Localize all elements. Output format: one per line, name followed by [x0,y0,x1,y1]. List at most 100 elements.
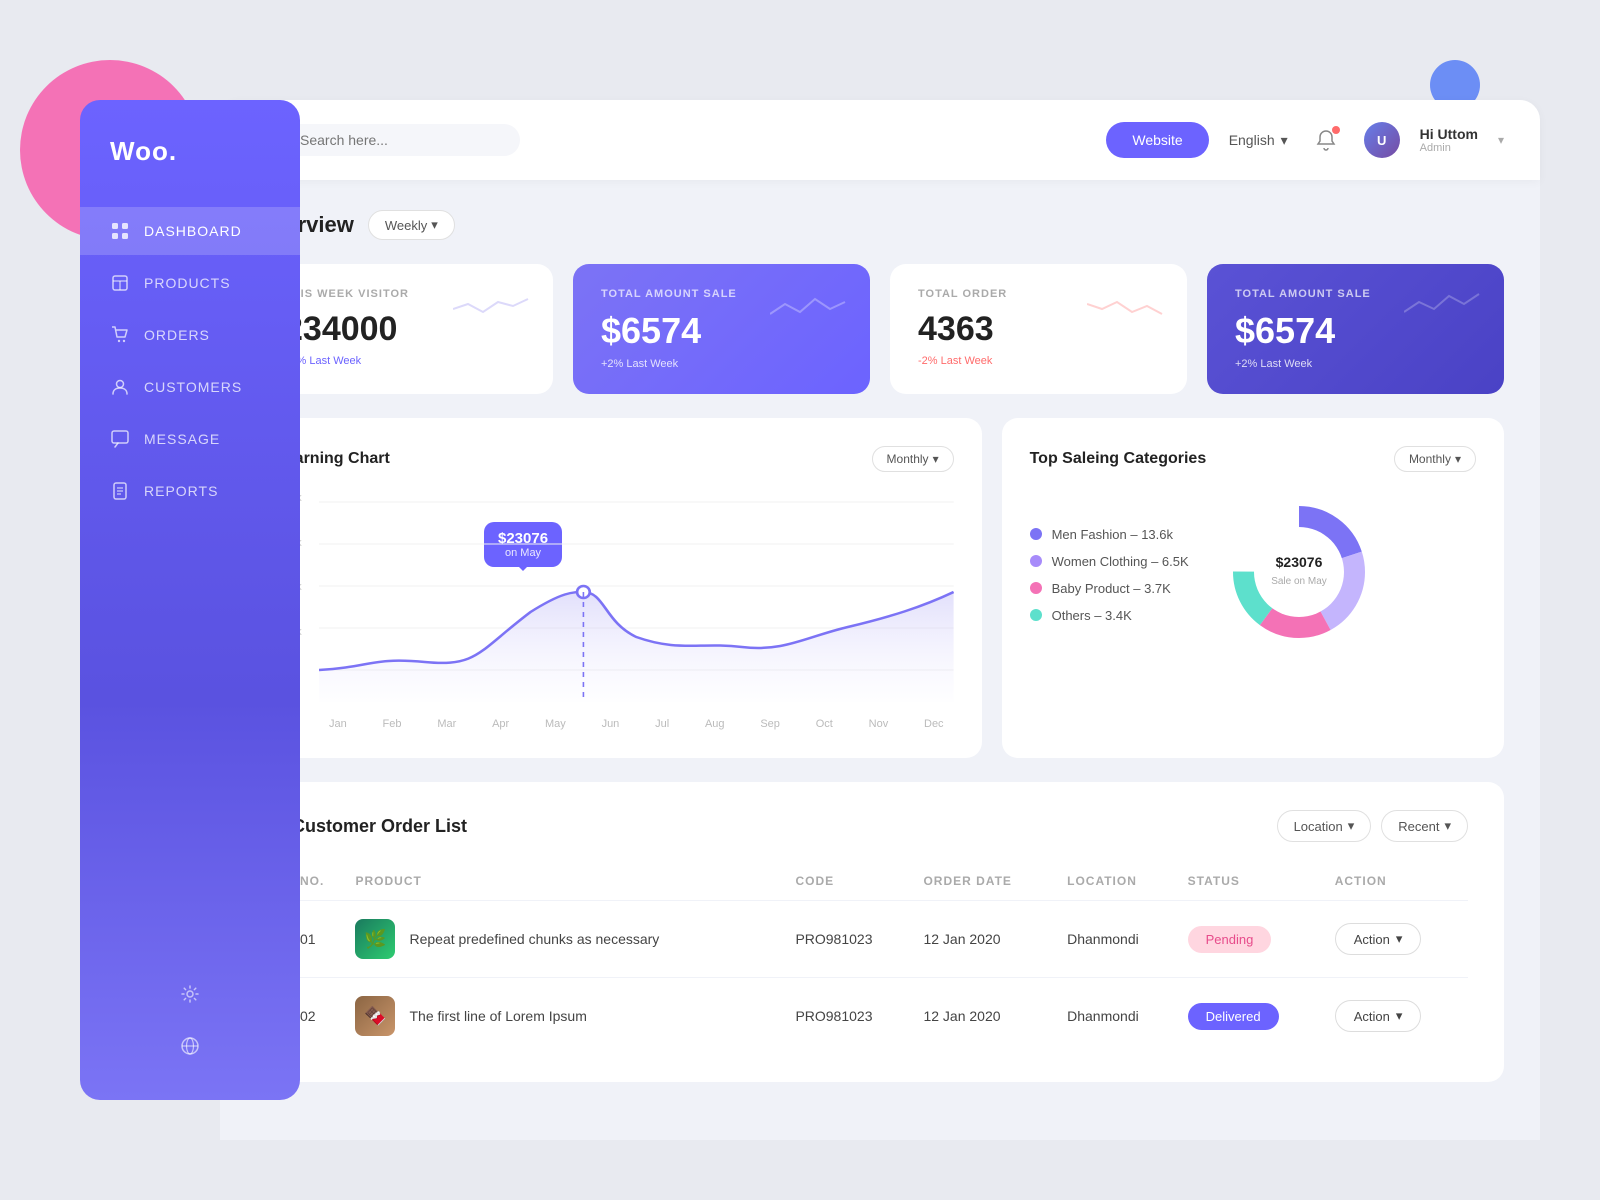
stat-card-amount-sale-1: TOTAL AMOUNT SALE $6574 +2% Last Week [573,264,870,394]
stats-row: THIS WEEK VISITOR 234000 +2% Last Week T… [256,264,1504,394]
order-table-body: 01 🌿 Repeat predefined chunks as necessa… [292,901,1468,1055]
sidebar-item-globe[interactable] [80,1022,300,1070]
chevron-down-icon: ▾ [1444,818,1451,834]
stat-card-total-order: TOTAL ORDER 4363 -2% Last Week [890,264,1187,394]
row-2-code: PRO981023 [787,978,915,1055]
main-area: Website English ▾ U Hi Uttom Admin ▾ Ove… [220,100,1540,1140]
donut-container: Men Fashion – 13.6k Women Clothing – 6.5… [1030,492,1476,657]
table-row: 01 🌿 Repeat predefined chunks as necessa… [292,901,1468,978]
notification-dot [1332,126,1340,134]
overview-header: Overview Weekly ▾ [256,210,1504,240]
chevron-down-icon: ▾ [431,217,438,233]
sidebar-label-reports: REPORTS [144,483,218,499]
col-no: NO. [292,862,347,901]
charts-row: Earning Chart Monthly ▾ $23076 on May 40… [256,418,1504,758]
user-name: Hi Uttom [1420,126,1478,142]
chevron-down-icon: ▾ [933,452,939,466]
box-icon [110,273,130,293]
earning-chart-header: Earning Chart Monthly ▾ [284,446,954,472]
amount1-wave [770,284,850,329]
row-1-status: Pending [1180,901,1327,978]
globe-icon [180,1036,200,1056]
stat-change-order: -2% Last Week [918,355,1159,367]
gear-icon [180,984,200,1004]
sidebar-item-dashboard[interactable]: DASHBOARD [80,207,300,255]
col-order-date: ORDER DATE [915,862,1059,901]
sidebar-item-products[interactable]: PRODUCTS [80,259,300,307]
action-button-2[interactable]: Action ▾ [1335,1000,1422,1032]
sidebar-item-customers[interactable]: CUSTOMERS [80,363,300,411]
row-1-location: Dhanmondi [1059,901,1180,978]
notification-button[interactable] [1308,122,1344,158]
sidebar-label-message: MESSAGE [144,431,220,447]
stat-change-amount1: +2% Last Week [601,358,842,370]
earning-chart-svg-container: $23076 on May 40k 30k 20k 10k 0 [284,492,954,712]
legend-baby: Baby Product – 3.7K [1030,581,1189,596]
stat-card-visitor: THIS WEEK VISITOR 234000 +2% Last Week [256,264,553,394]
status-badge-delivered: Delivered [1188,1003,1279,1030]
header: Website English ▾ U Hi Uttom Admin ▾ [220,100,1540,180]
product-thumb-2: 🍫 [355,996,395,1036]
sidebar: Woo. DASHBOARD PRODUCTS [80,100,300,1100]
legend-dot-baby [1030,582,1042,594]
visitor-wave [453,284,533,329]
chevron-down-icon: ▾ [1348,818,1355,834]
sidebar-nav: DASHBOARD PRODUCTS ORDERS [80,197,300,950]
sidebar-item-settings[interactable] [80,970,300,1018]
recent-filter-button[interactable]: Recent ▾ [1381,810,1468,842]
legend-women: Women Clothing – 6.5K [1030,554,1189,569]
earning-chart-card: Earning Chart Monthly ▾ $23076 on May 40… [256,418,982,758]
row-2-no: 02 [292,978,347,1055]
top-categories-filter[interactable]: Monthly ▾ [1394,446,1476,472]
stat-change-amount2: +2% Last Week [1235,358,1476,370]
status-badge-pending: Pending [1188,926,1272,953]
location-filter-button[interactable]: Location ▾ [1277,810,1372,842]
row-2-action: Action ▾ [1327,978,1468,1055]
stat-card-amount-sale-2: TOTAL AMOUNT SALE $6574 +2% Last Week [1207,264,1504,394]
weekly-filter-button[interactable]: Weekly ▾ [368,210,455,240]
legend-others: Others – 3.4K [1030,608,1189,623]
user-role: Admin [1420,142,1478,154]
top-categories-card: Top Saleing Categories Monthly ▾ Men Fas… [1002,418,1504,758]
sidebar-label-orders: ORDERS [144,327,210,343]
language-selector[interactable]: English ▾ [1229,132,1288,149]
row-1-no: 01 [292,901,347,978]
row-2-location: Dhanmondi [1059,978,1180,1055]
order-list-filters: Location ▾ Recent ▾ [1277,810,1468,842]
col-status: STATUS [1180,862,1327,901]
content-area: Overview Weekly ▾ THIS WEEK VISITOR 2340… [220,180,1540,1140]
order-table-head: NO. PRODUCT CODE ORDER DATE LOCATION STA… [292,862,1468,901]
cart-icon [110,325,130,345]
row-2-status: Delivered [1180,978,1327,1055]
legend-dot-women [1030,555,1042,567]
row-1-action: Action ▾ [1327,901,1468,978]
order-table: NO. PRODUCT CODE ORDER DATE LOCATION STA… [292,862,1468,1054]
action-button-1[interactable]: Action ▾ [1335,923,1422,955]
user-info: Hi Uttom Admin [1420,126,1478,154]
chevron-down-icon-user: ▾ [1498,133,1504,147]
chat-icon [110,429,130,449]
top-categories-header: Top Saleing Categories Monthly ▾ [1030,446,1476,472]
sidebar-item-orders[interactable]: ORDERS [80,311,300,359]
donut-svg: $23076 Sale on May [1219,492,1379,652]
legend-dot-men [1030,528,1042,540]
col-location: LOCATION [1059,862,1180,901]
earning-chart-filter[interactable]: Monthly ▾ [872,446,954,472]
sidebar-label-customers: CUSTOMERS [144,379,242,395]
website-button[interactable]: Website [1106,122,1208,158]
sidebar-item-message[interactable]: MESSAGE [80,415,300,463]
stat-change-visitor: +2% Last Week [284,355,525,367]
sidebar-bottom [80,950,300,1100]
donut-chart: $23076 Sale on May [1219,492,1379,657]
sidebar-label-products: PRODUCTS [144,275,231,291]
search-input[interactable] [300,132,500,148]
row-2-product: 🍫 The first line of Lorem Ipsum [347,978,787,1055]
row-1-product: 🌿 Repeat predefined chunks as necessary [347,901,787,978]
avatar: U [1364,122,1400,158]
customer-order-list-card: Customer Order List Location ▾ Recent ▾ … [256,782,1504,1082]
chart-x-axis: Jan Feb Mar Apr May Jun Jul Aug Sep Oct … [319,718,954,730]
amount2-wave [1404,284,1484,329]
svg-text:$23076: $23076 [1275,554,1322,570]
sidebar-item-reports[interactable]: REPORTS [80,467,300,515]
col-product: PRODUCT [347,862,787,901]
